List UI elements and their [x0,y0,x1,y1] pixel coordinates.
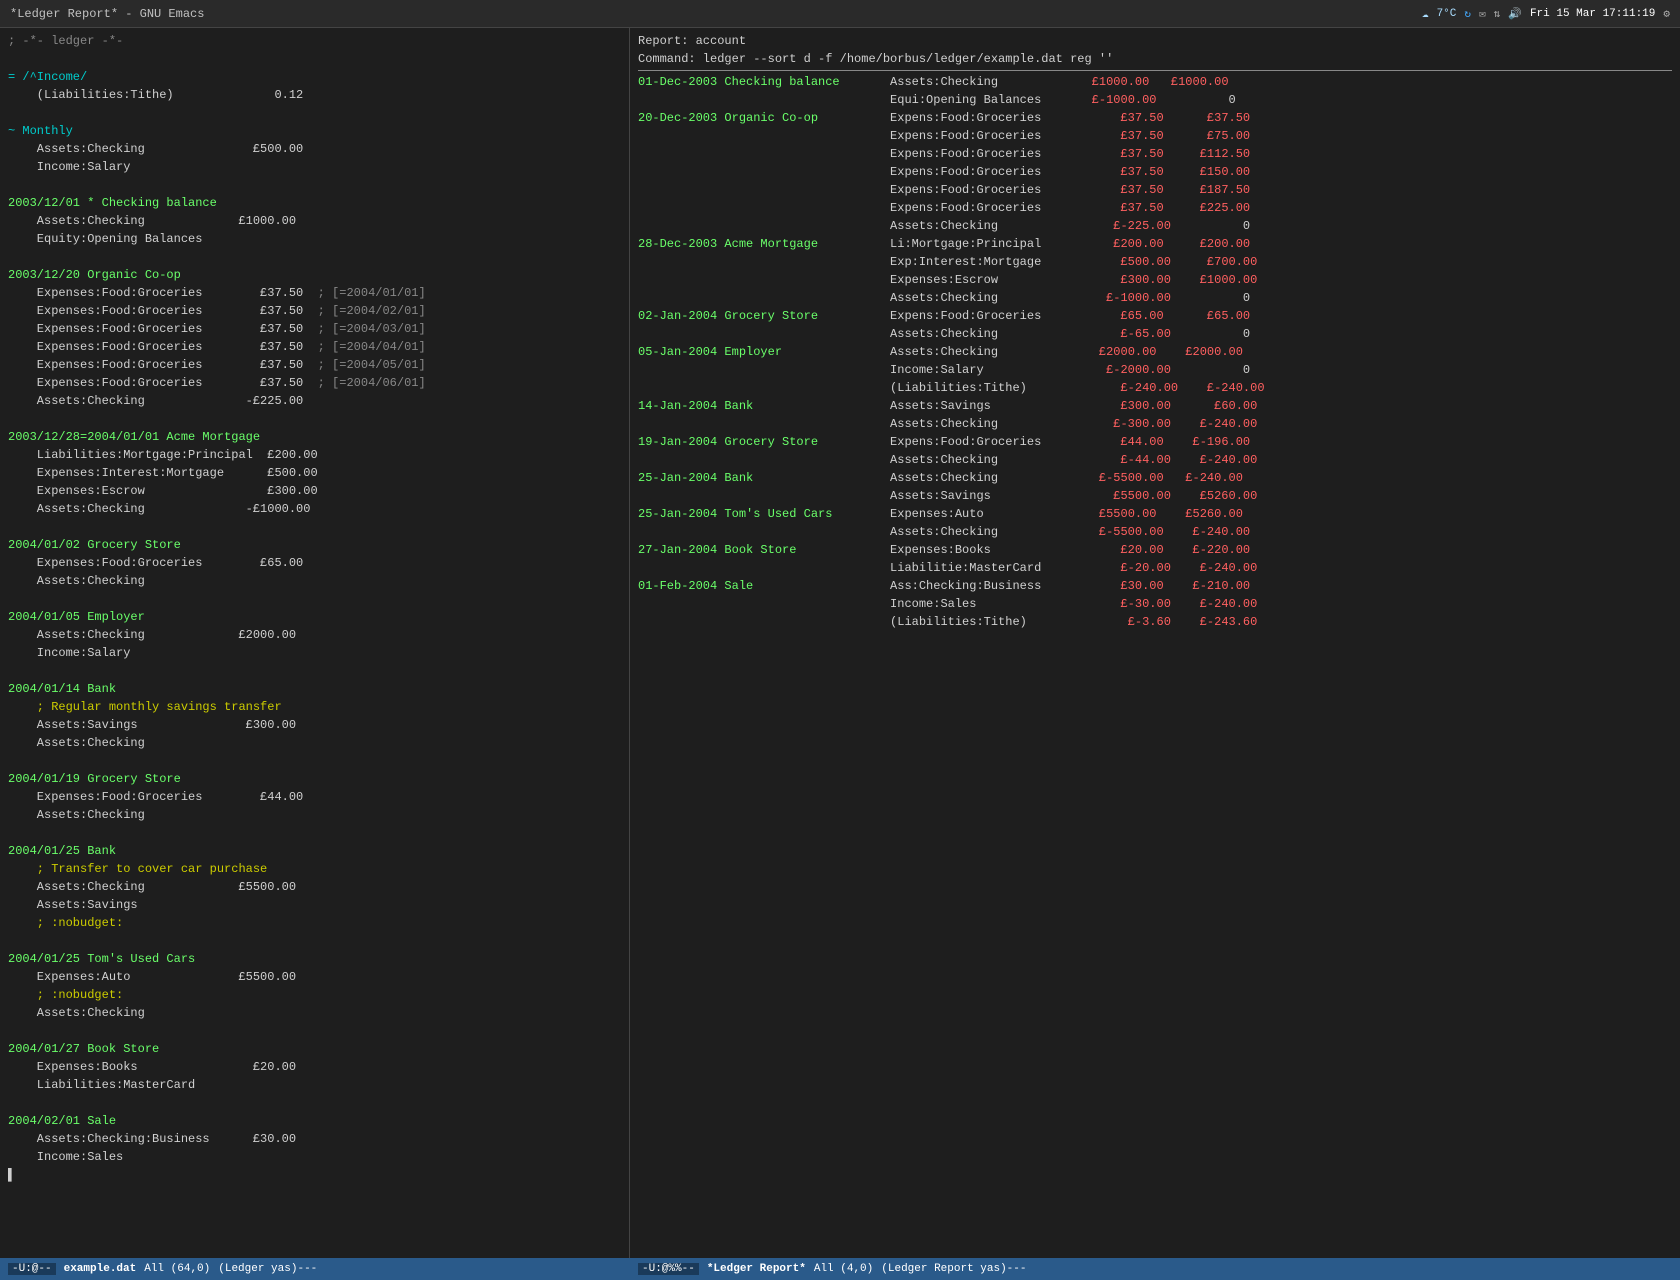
report-command: Command: ledger --sort d -f /home/borbus… [638,50,1672,68]
title-bar: *Ledger Report* - GNU Emacs ☁ 7°C ↻ ✉ ⇅ … [0,0,1680,28]
network-icon: ⇅ [1494,7,1501,21]
left-pane[interactable]: ; -*- ledger -*- = /^Income/ (Liabilitie… [0,28,630,1258]
app-title: *Ledger Report* - GNU Emacs [10,7,204,21]
status-bar-right: -U:@%%-- *Ledger Report* All (4,0) (Ledg… [638,1263,1672,1275]
title-bar-left: *Ledger Report* - GNU Emacs [10,7,204,21]
report-content: 01-Dec-2003 Checking balance Assets:Chec… [638,73,1672,631]
left-content: ; -*- ledger -*- = /^Income/ (Liabilitie… [8,32,621,1184]
gear-icon: ⚙ [1663,7,1670,21]
left-mode2: (Ledger yas)--- [218,1263,317,1275]
report-header: Report: account Command: ledger --sort d… [638,32,1672,68]
status-bar-left: -U:@-- example.dat All (64,0) (Ledger ya… [8,1263,638,1275]
temp-display: 7°C [1437,8,1457,20]
right-mode2: (Ledger Report yas)--- [881,1263,1026,1275]
left-mode: -U:@-- [8,1263,56,1275]
right-mode: -U:@%%-- [638,1263,699,1275]
left-editor-text: ; -*- ledger -*- = /^Income/ (Liabilitie… [8,32,621,1184]
right-filename: *Ledger Report* [707,1263,806,1275]
left-filename: example.dat [64,1263,137,1275]
left-position: All (64,0) [144,1263,210,1275]
volume-icon: 🔊 [1508,7,1522,21]
cloud-icon: ☁ [1422,7,1429,21]
main-content: ; -*- ledger -*- = /^Income/ (Liabilitie… [0,28,1680,1258]
left-separator-fill [325,1263,638,1275]
status-bar: -U:@-- example.dat All (64,0) (Ledger ya… [0,1258,1680,1280]
right-separator-fill [1035,1263,1673,1275]
datetime-display: Fri 15 Mar 17:11:19 [1530,8,1655,20]
email-icon: ✉ [1479,7,1486,21]
report-separator [638,70,1672,71]
report-title: Report: account [638,32,1672,50]
right-position: All (4,0) [814,1263,873,1275]
title-bar-right: ☁ 7°C ↻ ✉ ⇅ 🔊 Fri 15 Mar 17:11:19 ⚙ [1422,7,1670,21]
right-pane[interactable]: Report: account Command: ledger --sort d… [630,28,1680,1258]
refresh-icon: ↻ [1464,7,1471,21]
